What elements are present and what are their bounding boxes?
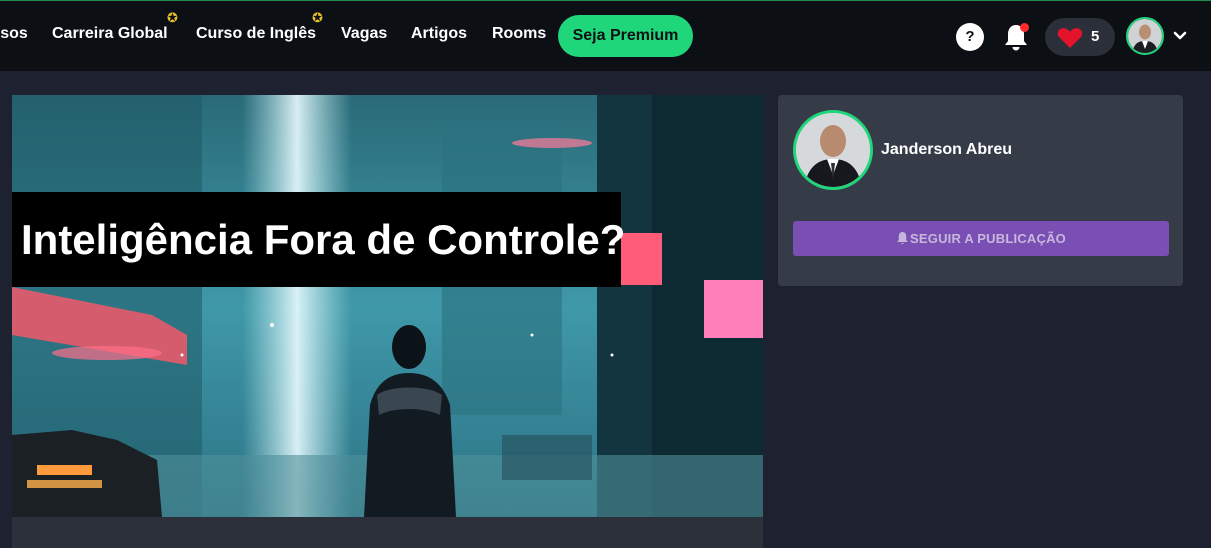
hero-title: Inteligência Fora de Controle? — [12, 192, 625, 287]
nav-item-vagas[interactable]: Vagas — [341, 25, 387, 43]
nav-item-cursos[interactable]: rsos — [0, 25, 28, 43]
author-name[interactable]: Janderson Abreu — [881, 141, 1012, 159]
heart-icon — [1057, 28, 1083, 48]
likes-count: 5 — [1091, 28, 1100, 45]
premium-star-icon: ✪ — [167, 10, 178, 25]
help-icon[interactable]: ? — [956, 23, 984, 51]
nav-item-rooms[interactable]: Rooms — [492, 25, 546, 43]
nav-item-artigos[interactable]: Artigos — [411, 25, 467, 43]
follow-publication-button[interactable]: SEGUIR A PUBLICAÇÃO — [793, 221, 1169, 256]
user-avatar[interactable] — [1126, 17, 1164, 55]
author-card: Janderson Abreu SEGUIR A PUBLICAÇÃO — [778, 95, 1183, 286]
seja-premium-button[interactable]: Seja Premium — [558, 15, 693, 57]
premium-star-icon: ✪ — [312, 10, 323, 25]
article-hero-image: Inteligência Fora de Controle? — [12, 95, 763, 517]
article-body-area — [12, 517, 763, 548]
follow-label: SEGUIR A PUBLICAÇÃO — [910, 231, 1066, 246]
bell-icon — [897, 232, 909, 245]
nav-item-curso-de-ingles[interactable]: Curso de Inglês — [196, 25, 316, 43]
cyberpunk-city-illustration — [12, 95, 763, 517]
chevron-down-icon[interactable] — [1173, 31, 1187, 41]
likes-counter[interactable]: 5 — [1045, 18, 1115, 56]
notification-dot — [1020, 23, 1029, 32]
top-navbar: rsos Carreira Global ✪ Curso de Inglês ✪… — [0, 0, 1211, 71]
nav-item-carreira-global[interactable]: Carreira Global — [52, 25, 168, 43]
author-avatar[interactable] — [793, 110, 873, 190]
